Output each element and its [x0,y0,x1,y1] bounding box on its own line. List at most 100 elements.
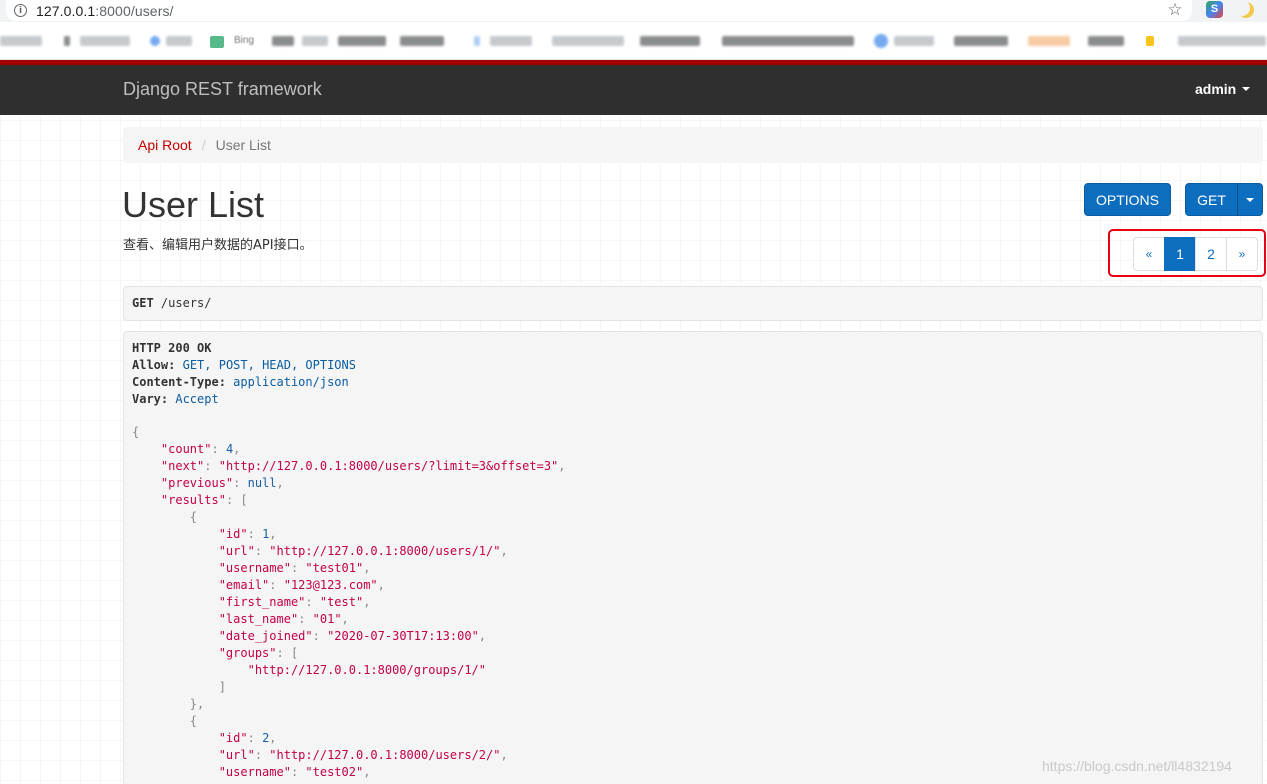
bookmark-item[interactable] [954,36,1008,46]
json-line: "username": "test01", [218,561,371,575]
request-method: GET [132,296,154,310]
json-punctuation: { [132,425,140,439]
bookmark-item[interactable] [1178,36,1266,46]
navbar: Django REST framework admin [0,65,1267,115]
json-value: "test" [319,595,364,609]
json-punctuation: , [363,561,371,575]
json-punctuation: , [276,476,284,490]
json-punctuation: , [377,578,385,592]
header-value: GET, POST, HEAD, OPTIONS [182,358,356,372]
json-value: "test02" [305,765,364,779]
url-text: 127.0.0.1:8000/users/ [36,3,174,19]
bookmark-favicon [874,34,888,48]
json-line: { [132,509,1254,526]
json-line: "id": 1, [218,527,277,541]
response-headers: Allow: GET, POST, HEAD, OPTIONS Content-T… [132,357,1254,408]
json-line: "next": "http://127.0.0.1:8000/users/?li… [160,459,566,473]
url-input[interactable]: i 127.0.0.1:8000/users/ [6,0,1192,21]
get-format-dropdown[interactable] [1237,183,1263,216]
breadcrumb-separator: / [201,137,206,153]
json-key: "first_name" [218,595,306,609]
bookmark-favicon [210,36,224,48]
caret-down-icon [1246,197,1254,202]
bookmark-item[interactable] [552,36,624,46]
bookmark-item[interactable] [400,36,444,46]
json-value: "http://127.0.0.1:8000/users/1/" [269,544,501,558]
json-punctuation: , [341,612,349,626]
json-value: "01" [312,612,342,626]
bookmark-item[interactable] [722,36,854,46]
header-name: Allow: [132,358,176,372]
bookmark-item[interactable] [302,36,328,46]
json-value: "2020-07-30T17:13:00" [327,629,479,643]
json-line: { [132,713,1254,730]
json-key: "email" [218,578,270,592]
json-line: { [132,424,1254,441]
json-line: "count": 4, [160,442,241,456]
response-body: { "count": 4, "next": "http://127.0.0.1:… [132,424,1254,781]
watermark: https://blog.csdn.net/ll4832194 [1042,758,1232,774]
json-value: "123@123.com" [283,578,378,592]
request-info: GET /users/ [123,286,1263,321]
json-key: "username" [218,561,291,575]
pagination-next[interactable]: » [1226,237,1258,271]
extension-icon[interactable]: S [1206,1,1223,18]
bookmark-item[interactable] [80,36,130,46]
json-punctuation: [ [290,646,299,660]
json-punctuation: [ [240,493,248,507]
bookmark-item[interactable] [894,36,934,46]
json-key: "previous" [160,476,234,490]
bookmark-item[interactable] [272,36,294,46]
json-value: "http://127.0.0.1:8000/users/?limit=3&of… [218,459,559,473]
user-menu[interactable]: admin [1195,81,1251,97]
navbar-brand[interactable]: Django REST framework [123,79,322,100]
header-value: application/json [233,375,349,389]
response-header-line: Content-Type: application/json [132,374,1254,391]
json-punctuation: , [500,748,508,762]
json-line: "groups": [ [218,646,299,660]
json-value: "test01" [305,561,364,575]
json-line: "date_joined": "2020-07-30T17:13:00", [218,629,487,643]
bookmark-item[interactable] [0,36,42,46]
info-icon[interactable]: i [14,4,27,17]
bookmark-item[interactable] [640,36,700,46]
bookmark-favicon [1146,36,1154,46]
browser-address-bar: i 127.0.0.1:8000/users/ ☆ S [0,0,1267,22]
json-punctuation: ] [218,680,226,694]
page-description: 查看、编辑用户数据的API接口。 [123,238,313,253]
json-value: "http://127.0.0.1:8000/users/2/" [269,748,501,762]
response-status: HTTP 200 OK [132,341,212,355]
bookmark-star-icon[interactable]: ☆ [1166,0,1184,20]
request-path: /users/ [160,296,212,310]
moon-icon[interactable] [1238,2,1254,18]
json-punctuation: , [269,731,277,745]
bookmark-item[interactable] [338,36,386,46]
bookmark-item[interactable] [490,36,532,46]
bookmark-item[interactable] [64,36,70,46]
bookmark-label[interactable]: Bing [234,35,254,46]
pagination-prev[interactable]: « [1133,237,1165,271]
json-line: "first_name": "test", [218,595,371,609]
json-key: "results" [160,493,226,507]
header-value: Accept [175,392,219,406]
bookmark-item[interactable] [166,36,192,46]
options-button[interactable]: OPTIONS [1084,183,1171,216]
bookmark-favicon [474,36,480,46]
json-key: "last_name" [218,612,299,626]
bookmark-item[interactable] [1028,36,1070,46]
caret-down-icon [1242,87,1251,91]
json-punctuation: , [478,629,487,643]
json-punctuation: }, [189,697,205,711]
json-line: "url": "http://127.0.0.1:8000/users/1/", [218,544,508,558]
pagination-page-2[interactable]: 2 [1195,237,1227,271]
json-key: "next" [160,459,205,473]
json-line: "previous": null, [160,476,284,490]
json-line: "last_name": "01", [218,612,349,626]
get-button[interactable]: GET [1185,183,1238,216]
bookmark-item[interactable] [1088,36,1124,46]
bookmark-favicon [150,36,160,46]
breadcrumb-api-root[interactable]: Api Root [138,137,192,153]
pagination-page-1[interactable]: 1 [1164,237,1196,271]
json-punctuation: , [233,442,241,456]
json-key: "groups" [218,646,277,660]
